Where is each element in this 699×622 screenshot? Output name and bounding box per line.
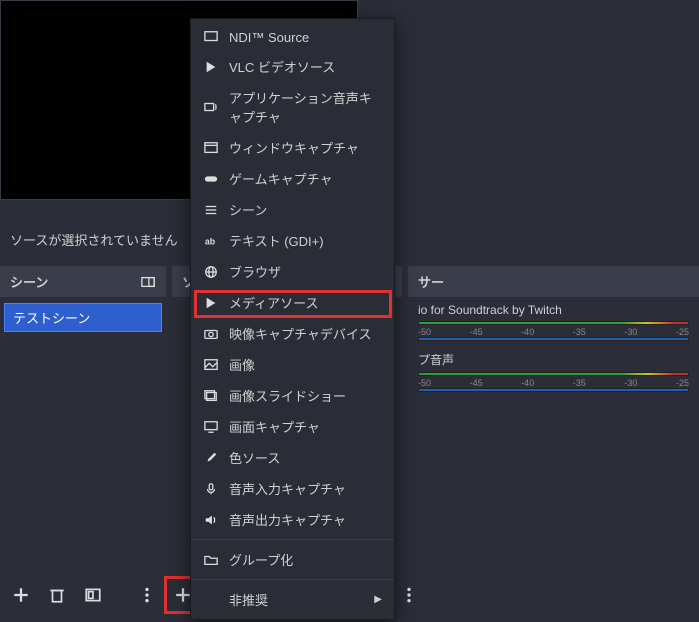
audio-meter [418, 321, 689, 325]
menu-divider [191, 579, 394, 580]
scene-add-button[interactable] [6, 580, 36, 610]
folder-icon [203, 552, 219, 568]
menu-game[interactable]: ゲームキャプチャ [191, 163, 394, 194]
mixer-track-1: プ音声 -50 -45 -40 -35 -30 -25 [408, 345, 699, 396]
play-icon [203, 59, 219, 75]
menu-divider [191, 539, 394, 540]
mixer-track-label: io for Soundtrack by Twitch [418, 303, 689, 321]
menu-browser[interactable]: ブラウザ [191, 256, 394, 287]
menu-audio-out[interactable]: 音声出力キャプチャ [191, 504, 394, 535]
svg-text:ab: ab [205, 236, 215, 246]
no-source-text: ソースが選択されていません [10, 233, 178, 248]
slideshow-icon [203, 388, 219, 404]
scene-remove-button[interactable] [42, 580, 72, 610]
add-source-menu: NDI™ Source VLC ビデオソース アプリケーション音声キャプチャ ウ… [190, 18, 395, 620]
menu-ndi[interactable]: NDI™ Source [191, 23, 394, 51]
menu-window[interactable]: ウィンドウキャプチャ [191, 132, 394, 163]
mic-icon [203, 481, 219, 497]
camera-icon [203, 326, 219, 342]
text-icon: ab [203, 233, 219, 249]
image-icon [203, 357, 219, 373]
audio-slider[interactable] [418, 337, 689, 341]
menu-color[interactable]: 色ソース [191, 442, 394, 473]
scenes-header: シーン [0, 266, 166, 297]
window-icon [203, 140, 219, 156]
scenes-title: シーン [10, 272, 48, 291]
brush-icon [203, 450, 219, 466]
speaker-out-icon [203, 512, 219, 528]
scene-item[interactable]: テストシーン [4, 303, 162, 332]
menu-media[interactable]: メディアソース [191, 287, 394, 318]
menu-vlc[interactable]: VLC ビデオソース [191, 51, 394, 82]
menu-slideshow[interactable]: 画像スライドショー [191, 380, 394, 411]
menu-display[interactable]: 画面キャプチャ [191, 411, 394, 442]
globe-icon [203, 264, 219, 280]
mixer-header: サー [408, 266, 699, 297]
menu-video-capture[interactable]: 映像キャプチャデバイス [191, 318, 394, 349]
audio-slider[interactable] [418, 388, 689, 392]
monitor-icon [203, 419, 219, 435]
speaker-icon [203, 99, 219, 115]
menu-deprecated[interactable]: 非推奨▶ [191, 584, 394, 615]
mixer-panel: サー io for Soundtrack by Twitch -50 -45 -… [408, 266, 699, 568]
list-icon [203, 202, 219, 218]
mixer-track-label: プ音声 [418, 351, 689, 372]
dock-icon[interactable] [140, 274, 156, 290]
gamepad-icon [203, 171, 219, 187]
scenes-panel: シーン テストシーン [0, 266, 166, 568]
menu-group[interactable]: グループ化 [191, 544, 394, 575]
meter-scale: -50 -45 -40 -35 -30 -25 [418, 327, 689, 337]
audio-meter [418, 372, 689, 376]
menu-app-audio[interactable]: アプリケーション音声キャプチャ [191, 82, 394, 132]
mixer-menu-button[interactable] [394, 580, 424, 610]
mixer-title: サー [418, 272, 444, 291]
mixer-track-0: io for Soundtrack by Twitch -50 -45 -40 … [408, 297, 699, 345]
menu-image[interactable]: 画像 [191, 349, 394, 380]
menu-audio-in[interactable]: 音声入力キャプチャ [191, 473, 394, 504]
meter-scale: -50 -45 -40 -35 -30 -25 [418, 378, 689, 388]
menu-text[interactable]: abテキスト (GDI+) [191, 225, 394, 256]
scene-menu-button[interactable] [132, 580, 162, 610]
menu-scene[interactable]: シーン [191, 194, 394, 225]
scene-filter-button[interactable] [78, 580, 108, 610]
play-icon [203, 295, 219, 311]
chevron-right-icon: ▶ [374, 594, 382, 605]
ndi-icon [203, 29, 219, 45]
